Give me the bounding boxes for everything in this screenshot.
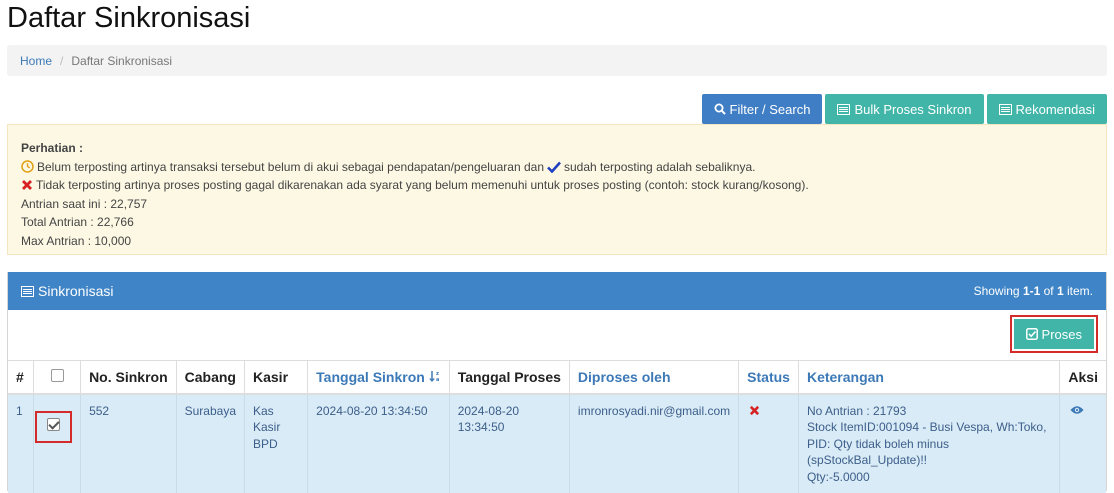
panel-title-group: Sinkronisasi bbox=[21, 283, 113, 299]
proses-label: Proses bbox=[1042, 327, 1082, 342]
breadcrumb-current: Daftar Sinkronisasi bbox=[71, 54, 172, 68]
col-select-all bbox=[34, 361, 81, 394]
list-icon bbox=[21, 286, 34, 297]
row-select-cell bbox=[34, 394, 81, 493]
row-aksi bbox=[1060, 394, 1106, 493]
notice-line-failed: Tidak terposting artinya proses posting … bbox=[21, 176, 1093, 195]
notice-line1-text-a: Belum terposting artinya transaksi terse… bbox=[37, 158, 544, 177]
rekomendasi-button[interactable]: Rekomendasi bbox=[987, 94, 1108, 124]
select-all-checkbox[interactable] bbox=[51, 369, 64, 382]
col-no-sinkron: No. Sinkron bbox=[81, 361, 177, 394]
proses-highlight: Proses bbox=[1010, 315, 1098, 353]
queue-max: Max Antrian : 10,000 bbox=[21, 232, 1093, 251]
col-tanggal-sinkron[interactable]: Tanggal Sinkron za bbox=[308, 361, 450, 394]
notice-line1-text-b: sudah terposting adalah sebaliknya. bbox=[564, 158, 755, 177]
clock-icon bbox=[21, 160, 34, 173]
search-icon bbox=[714, 103, 726, 115]
x-mark-icon bbox=[21, 179, 33, 191]
col-tanggal-proses: Tanggal Proses bbox=[449, 361, 569, 394]
showing-of: of bbox=[1040, 284, 1057, 298]
keterangan-line3: Qty:-5.0000 bbox=[807, 469, 1051, 486]
showing-summary: Showing 1-1 of 1 item. bbox=[974, 284, 1093, 298]
row-diproses-oleh: imronrosyadi.nir@gmail.com bbox=[569, 394, 738, 493]
bulk-proses-sinkron-label: Bulk Proses Sinkron bbox=[854, 102, 971, 117]
list-icon bbox=[837, 104, 850, 115]
row-tanggal-proses: 2024-08-20 13:34:50 bbox=[449, 394, 569, 493]
checkmark-icon bbox=[547, 161, 561, 173]
filter-search-button[interactable]: Filter / Search bbox=[702, 94, 823, 124]
table-header-row: # No. Sinkron Cabang Kasir Tanggal Sinkr… bbox=[8, 361, 1106, 394]
showing-suffix: item. bbox=[1064, 284, 1093, 298]
filter-search-label: Filter / Search bbox=[730, 102, 811, 117]
row-no-sinkron: 552 bbox=[81, 394, 177, 493]
eye-icon[interactable] bbox=[1070, 405, 1084, 415]
notice-line-posted: Belum terposting artinya transaksi terse… bbox=[21, 158, 1093, 177]
keterangan-line2: Stock ItemID:001094 - Busi Vespa, Wh:Tok… bbox=[807, 419, 1051, 469]
sinkronisasi-panel: Sinkronisasi Showing 1-1 of 1 item. Pros… bbox=[7, 272, 1107, 491]
col-kasir: Kasir bbox=[245, 361, 308, 394]
breadcrumb-home-link[interactable]: Home bbox=[20, 54, 52, 68]
panel-title: Sinkronisasi bbox=[38, 283, 113, 299]
showing-range: 1-1 bbox=[1023, 284, 1040, 298]
keterangan-line1: No Antrian : 21793 bbox=[807, 403, 1051, 420]
showing-prefix: Showing bbox=[974, 284, 1023, 298]
col-diproses-oleh[interactable]: Diproses oleh bbox=[569, 361, 738, 394]
col-cabang: Cabang bbox=[176, 361, 244, 394]
row-tanggal-sinkron: 2024-08-20 13:34:50 bbox=[308, 394, 450, 493]
showing-total: 1 bbox=[1057, 284, 1064, 298]
row-cabang: Surabaya bbox=[176, 394, 244, 493]
check-square-icon bbox=[1026, 328, 1038, 340]
breadcrumb-separator: / bbox=[60, 54, 63, 68]
toolbar: Filter / Search Bulk Proses Sinkron Reko… bbox=[702, 94, 1107, 124]
row-status bbox=[739, 394, 799, 493]
col-tanggal-sinkron-label: Tanggal Sinkron bbox=[316, 369, 425, 385]
queue-now: Antrian saat ini : 22,757 bbox=[21, 195, 1093, 214]
svg-text:a: a bbox=[436, 377, 439, 382]
table-row: 1 552 Surabaya Kas Kasir BPD 2024-08-20 … bbox=[8, 394, 1106, 493]
notice-alert: Perhatian : Belum terposting artinya tra… bbox=[7, 124, 1107, 255]
row-kasir: Kas Kasir BPD bbox=[245, 394, 308, 493]
sort-desc-icon: za bbox=[429, 370, 441, 382]
row-keterangan: No Antrian : 21793 Stock ItemID:001094 -… bbox=[798, 394, 1059, 493]
list-icon bbox=[999, 104, 1012, 115]
breadcrumb: Home / Daftar Sinkronisasi bbox=[7, 45, 1107, 76]
col-aksi: Aksi bbox=[1060, 361, 1106, 394]
notice-title: Perhatian : bbox=[21, 139, 1093, 158]
col-status[interactable]: Status bbox=[739, 361, 799, 394]
row-num: 1 bbox=[8, 394, 34, 493]
bulk-proses-sinkron-button[interactable]: Bulk Proses Sinkron bbox=[825, 94, 983, 124]
rekomendasi-label: Rekomendasi bbox=[1016, 102, 1096, 117]
notice-line2-text: Tidak terposting artinya proses posting … bbox=[36, 176, 809, 195]
col-num: # bbox=[8, 361, 34, 394]
page-title: Daftar Sinkronisasi bbox=[7, 2, 250, 35]
proses-button[interactable]: Proses bbox=[1014, 319, 1094, 349]
row-checkbox-highlight bbox=[35, 411, 72, 444]
col-keterangan[interactable]: Keterangan bbox=[798, 361, 1059, 394]
sinkronisasi-table: # No. Sinkron Cabang Kasir Tanggal Sinkr… bbox=[8, 360, 1106, 493]
queue-total: Total Antrian : 22,766 bbox=[21, 213, 1093, 232]
x-mark-icon bbox=[749, 405, 760, 416]
panel-heading: Sinkronisasi Showing 1-1 of 1 item. bbox=[8, 272, 1106, 310]
row-checkbox[interactable] bbox=[47, 418, 60, 431]
